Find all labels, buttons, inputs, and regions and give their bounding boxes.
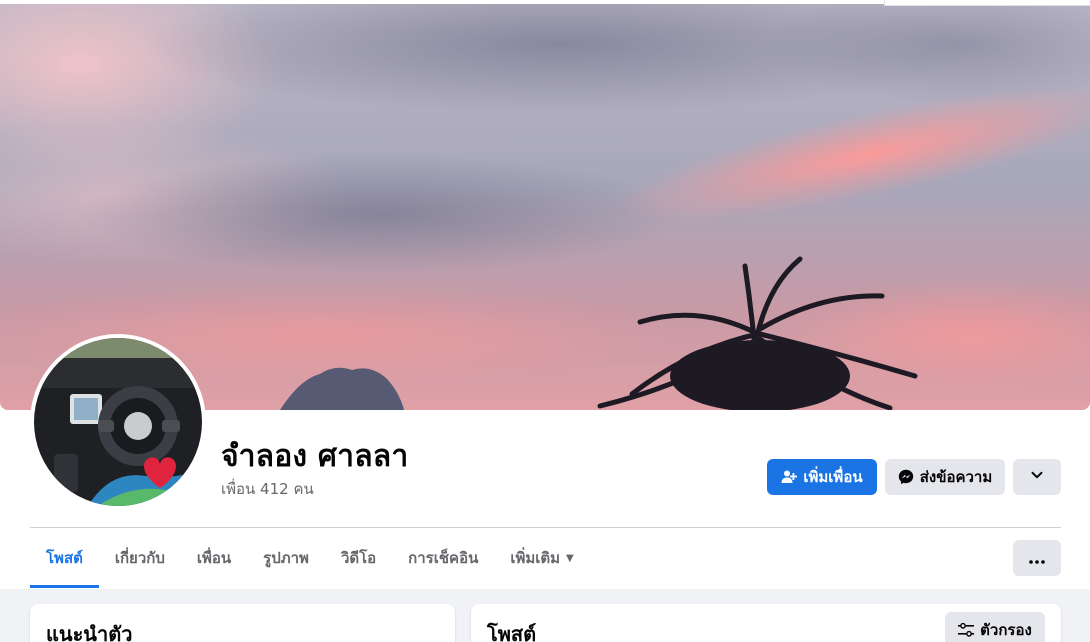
friend-count[interactable]: เพื่อน 412 คน: [221, 477, 314, 501]
profile-avatar[interactable]: [30, 334, 206, 510]
tab-more[interactable]: เพิ่มเติม ▼: [494, 528, 589, 588]
message-button[interactable]: ส่งข้อความ: [885, 459, 1005, 495]
profile-name: จำลอง ศาลลา: [221, 439, 409, 474]
more-horizontal-icon: [1029, 549, 1045, 568]
add-friend-button[interactable]: เพิ่มเพื่อน: [767, 459, 877, 495]
tab-label: การเช็คอิน: [408, 549, 479, 567]
filter-button[interactable]: ตัวกรอง: [945, 612, 1045, 642]
avatar-photo-image: [34, 338, 202, 506]
tab-label: วิดีโอ: [340, 549, 377, 567]
tab-label: โพสต์: [46, 549, 83, 567]
tab-label: เกี่ยวกับ: [114, 549, 165, 567]
intro-card: แนะนำตัว: [30, 604, 455, 642]
filter-icon: [958, 623, 975, 637]
tab-photos[interactable]: รูปภาพ: [247, 528, 325, 588]
profile-tabs: โพสต์ เกี่ยวกับ เพื่อน รูปภาพ วิดีโอ การ…: [30, 528, 590, 588]
posts-card-title: โพสต์: [487, 622, 537, 642]
add-friend-icon: [781, 469, 798, 485]
messenger-icon: [898, 469, 914, 485]
profile-header: จำลอง ศาลลา เพื่อน 412 คน เพิ่มเพื่อน ส่…: [0, 0, 1090, 589]
caret-down-icon: ▼: [566, 552, 574, 564]
more-options-button[interactable]: [1013, 540, 1061, 576]
intro-card-title: แนะนำตัว: [46, 622, 133, 642]
tab-checkins[interactable]: การเช็คอิน: [392, 528, 494, 588]
chevron-down-icon: [1030, 468, 1044, 486]
profile-options-dropdown-button[interactable]: [1013, 459, 1061, 495]
top-edge-strip: [884, 0, 1090, 6]
message-label: ส่งข้อความ: [919, 468, 993, 486]
tab-friends[interactable]: เพื่อน: [181, 528, 247, 588]
tab-posts[interactable]: โพสต์: [30, 528, 99, 588]
filter-label: ตัวกรอง: [980, 621, 1032, 639]
profile-page: จำลอง ศาลลา เพื่อน 412 คน เพิ่มเพื่อน ส่…: [0, 0, 1090, 642]
tab-label: เพื่อน: [196, 549, 232, 567]
add-friend-label: เพิ่มเพื่อน: [803, 468, 863, 486]
tab-label: รูปภาพ: [263, 549, 309, 567]
tab-about[interactable]: เกี่ยวกับ: [99, 528, 181, 588]
tab-label: เพิ่มเติม: [510, 549, 561, 567]
tab-videos[interactable]: วิดีโอ: [325, 528, 392, 588]
